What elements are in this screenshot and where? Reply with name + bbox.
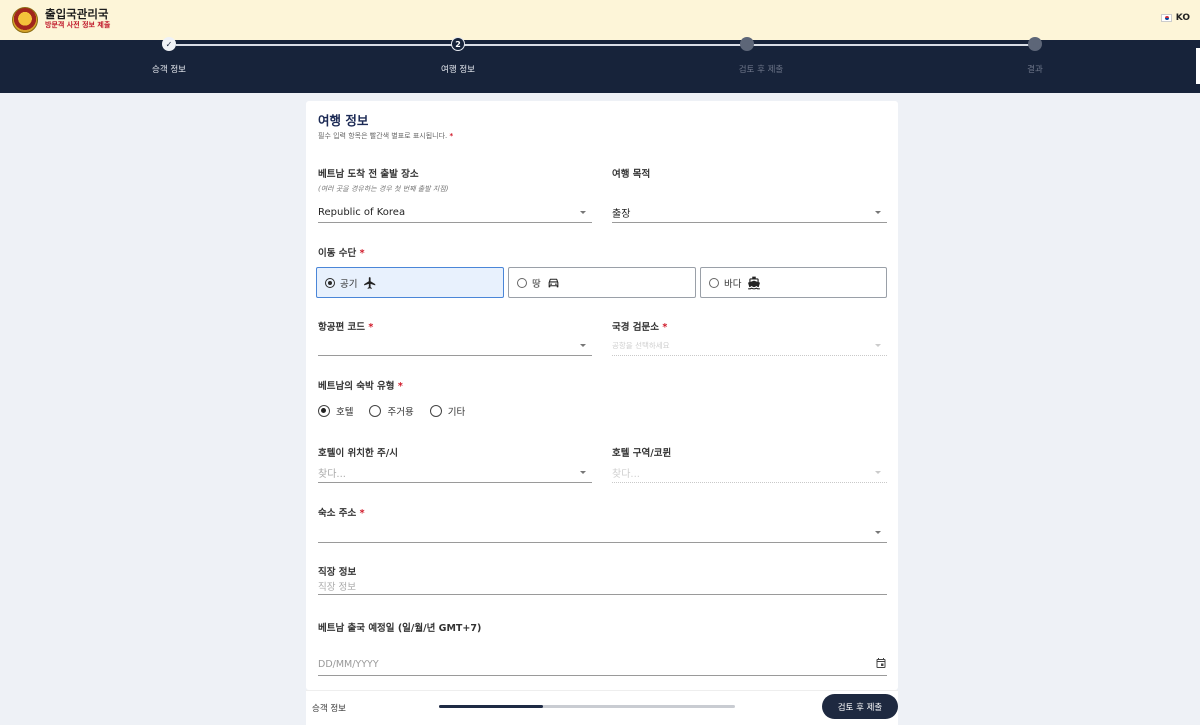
accommodation-option-other[interactable]: 기타 — [429, 404, 466, 418]
hotel-district-placeholder: 찾다... — [612, 469, 640, 480]
language-code: KO — [1175, 13, 1190, 23]
review-submit-button[interactable]: 검토 후 제출 — [822, 694, 898, 719]
transport-option-air[interactable]: 공기 — [316, 267, 504, 298]
border-gate-label: 국경 검문소 * — [612, 322, 668, 333]
hotel-province-placeholder: 찾다... — [318, 469, 346, 480]
accommodation-option-hotel[interactable]: 호텔 — [318, 404, 353, 418]
caret-down-icon — [875, 211, 881, 214]
caret-down-icon — [580, 471, 586, 474]
departure-label: 베트남 도착 전 출발 장소 — [318, 169, 419, 180]
border-gate-placeholder: 공항을 선택하세요 — [612, 341, 670, 350]
transport-option-land[interactable]: 땅 — [508, 267, 696, 298]
transport-label: 이동 수단 * — [318, 248, 365, 259]
radio-selected-icon — [318, 405, 330, 417]
hotel-district-select[interactable]: 찾다... — [612, 463, 887, 483]
accommodation-type-group: 호텔 주거용 기타 — [318, 404, 481, 418]
accommodation-other-label: 기타 — [447, 407, 466, 418]
workplace-label: 직장 정보 — [318, 567, 357, 578]
radio-selected-icon — [325, 277, 335, 288]
brand-subtitle: 방문객 사전 정보 제출 — [45, 21, 111, 29]
caret-down-icon — [580, 344, 586, 347]
flight-code-select[interactable] — [318, 336, 592, 356]
purpose-label: 여행 목적 — [612, 169, 651, 180]
departure-value: Republic of Korea — [318, 207, 406, 218]
exit-date-label: 베트남 출국 예정일 (일/월/년 GMT+7) — [318, 623, 482, 634]
caret-down-icon — [875, 471, 881, 474]
emblem-logo — [12, 7, 38, 33]
progress-fill — [439, 705, 543, 708]
ship-icon — [747, 276, 761, 290]
bottom-navigation: 승객 정보 검토 후 제출 — [306, 690, 898, 725]
step-4-number: 4 — [1028, 37, 1042, 51]
progress-stepper: ✓ 2 3 4 승객 정보 여행 정보 검토 후 제출 결과 — [0, 37, 1200, 93]
departure-hint: (여러 곳을 경유하는 경우 첫 번째 출발 지점) — [318, 185, 449, 193]
brand-title: 출입국관리국 — [45, 7, 109, 21]
exit-date-placeholder: DD/MM/YYYY — [318, 659, 379, 670]
radio-unselected-icon — [429, 405, 442, 417]
workplace-input[interactable]: 직장 정보 — [318, 579, 887, 595]
step-4-label: 결과 — [1027, 65, 1043, 75]
top-header: 출입국관리국 방문객 사전 정보 제출 KO — [0, 0, 1200, 40]
border-gate-select[interactable]: 공항을 선택하세요 — [612, 336, 887, 356]
accommodation-hotel-label: 호텔 — [336, 407, 354, 418]
airplane-icon — [363, 276, 377, 290]
step-3-number: 3 — [740, 37, 754, 51]
exit-date-input[interactable]: DD/MM/YYYY — [318, 654, 887, 676]
side-feedback-tab[interactable] — [1196, 48, 1200, 84]
radio-unselected-icon — [709, 277, 719, 288]
hotel-province-select[interactable]: 찾다... — [318, 463, 592, 483]
transport-sea-label: 바다 — [724, 278, 742, 290]
hotel-province-label: 호텔이 위치한 주/시 — [318, 448, 399, 459]
korea-flag-icon — [1160, 14, 1172, 22]
step-2-number[interactable]: 2 — [451, 37, 465, 51]
step-connector — [464, 44, 741, 46]
purpose-value: 출장 — [612, 209, 631, 220]
form-title: 여행 정보 — [318, 113, 369, 128]
caret-down-icon — [875, 344, 881, 347]
address-select[interactable] — [318, 523, 887, 543]
caret-down-icon — [875, 531, 881, 534]
back-step-link[interactable]: 승객 정보 — [312, 702, 346, 714]
calendar-icon[interactable] — [875, 657, 887, 672]
car-icon — [547, 276, 560, 289]
purpose-select[interactable]: 출장 — [612, 203, 887, 223]
accommodation-option-residential[interactable]: 주거용 — [369, 404, 414, 418]
step-connector — [753, 44, 1031, 46]
transport-air-label: 공기 — [340, 278, 358, 290]
step-2-label[interactable]: 여행 정보 — [441, 63, 475, 75]
step-connector — [176, 44, 456, 46]
accommodation-type-label: 베트남의 숙박 유형 * — [318, 381, 403, 392]
required-note: 필수 입력 항목은 빨간색 별표로 표시됩니다. * — [318, 132, 454, 140]
progress-bar — [439, 705, 735, 708]
transport-option-sea[interactable]: 바다 — [700, 267, 887, 298]
address-label: 숙소 주소 * — [318, 508, 365, 519]
travel-info-form: 여행 정보 필수 입력 항목은 빨간색 별표로 표시됩니다. * 베트남 도착 … — [306, 101, 898, 690]
step-3-label: 검토 후 제출 — [738, 65, 784, 75]
step-1-label[interactable]: 승객 정보 — [152, 63, 186, 75]
radio-unselected-icon — [517, 277, 527, 288]
accommodation-residential-label: 주거용 — [387, 407, 414, 418]
step-1-check-icon[interactable]: ✓ — [162, 37, 176, 51]
departure-select[interactable]: Republic of Korea — [318, 203, 592, 223]
flight-code-label: 항공편 코드 * — [318, 322, 374, 333]
language-selector[interactable]: KO — [1160, 13, 1190, 23]
radio-unselected-icon — [369, 405, 382, 417]
transport-land-label: 땅 — [532, 278, 541, 290]
brand: 출입국관리국 방문객 사전 정보 제출 — [45, 7, 111, 31]
caret-down-icon — [580, 211, 586, 214]
hotel-district-label: 호텔 구역/코뮌 — [612, 448, 672, 459]
